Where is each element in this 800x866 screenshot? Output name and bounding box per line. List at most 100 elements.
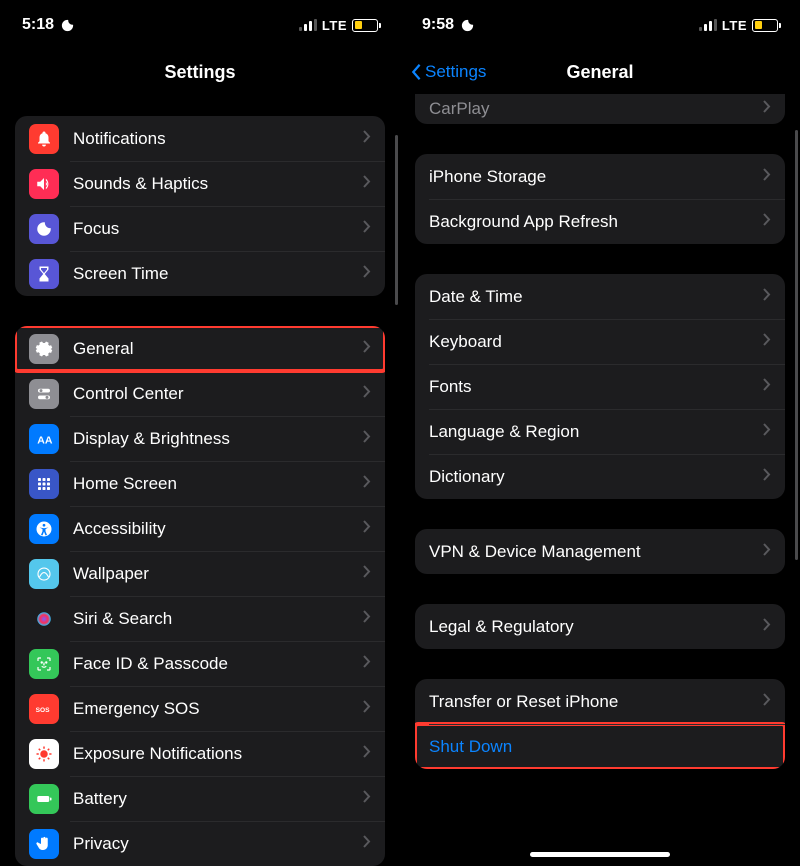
general-group-0: CarPlay	[415, 94, 785, 124]
row-label: Siri & Search	[73, 609, 363, 629]
status-bar: 9:58 LTE	[400, 0, 800, 50]
row-label: VPN & Device Management	[429, 542, 763, 562]
nav-bar: Settings	[0, 50, 400, 94]
page-title: Settings	[164, 62, 235, 83]
row-dictionary[interactable]: Dictionary	[415, 454, 785, 499]
settings-screen: 5:18 LTE Settings Notifications Sounds &…	[0, 0, 400, 865]
row-label: Face ID & Passcode	[73, 654, 363, 674]
chevron-right-icon	[763, 543, 771, 561]
general-group-4: Legal & Regulatory	[415, 604, 785, 649]
svg-text:AA: AA	[37, 434, 53, 446]
row-label: Privacy	[73, 834, 363, 854]
row-accessibility[interactable]: Accessibility	[15, 506, 385, 551]
page-title: General	[566, 62, 633, 83]
svg-text:SOS: SOS	[36, 707, 51, 714]
row-fonts[interactable]: Fonts	[415, 364, 785, 409]
chevron-right-icon	[363, 385, 371, 403]
row-legal-regulatory[interactable]: Legal & Regulatory	[415, 604, 785, 649]
row-notifications[interactable]: Notifications	[15, 116, 385, 161]
row-iphone-storage[interactable]: iPhone Storage	[415, 154, 785, 199]
row-label: Language & Region	[429, 422, 763, 442]
speaker-icon	[29, 169, 59, 199]
row-battery[interactable]: Battery	[15, 776, 385, 821]
chevron-right-icon	[763, 213, 771, 231]
general-group-5: Transfer or Reset iPhone Shut Down	[415, 679, 785, 769]
row-label: Home Screen	[73, 474, 363, 494]
chevron-right-icon	[363, 790, 371, 808]
row-label: Notifications	[73, 129, 363, 149]
row-exposure-notifications[interactable]: Exposure Notifications	[15, 731, 385, 776]
chevron-right-icon	[763, 618, 771, 636]
chevron-right-icon	[363, 175, 371, 193]
row-privacy[interactable]: Privacy	[15, 821, 385, 866]
row-display-brightness[interactable]: AA Display & Brightness	[15, 416, 385, 461]
row-label: Focus	[73, 219, 363, 239]
scroll-indicator[interactable]	[795, 130, 798, 560]
chevron-right-icon	[363, 700, 371, 718]
network-label: LTE	[322, 18, 347, 33]
row-date-time[interactable]: Date & Time	[415, 274, 785, 319]
chevron-right-icon	[763, 288, 771, 306]
row-label: Transfer or Reset iPhone	[429, 692, 763, 712]
chevron-right-icon	[363, 520, 371, 538]
row-transfer-reset-iphone[interactable]: Transfer or Reset iPhone	[415, 679, 785, 724]
settings-group-1: Notifications Sounds & Haptics Focus Scr…	[15, 116, 385, 296]
chevron-right-icon	[763, 168, 771, 186]
row-language-region[interactable]: Language & Region	[415, 409, 785, 454]
row-general[interactable]: General	[15, 326, 385, 371]
row-label: Legal & Regulatory	[429, 617, 763, 637]
row-label: CarPlay	[429, 99, 763, 119]
row-face-id-passcode[interactable]: Face ID & Passcode	[15, 641, 385, 686]
chevron-right-icon	[363, 565, 371, 583]
chevron-right-icon	[763, 100, 771, 118]
row-label: Background App Refresh	[429, 212, 763, 232]
status-time: 5:18	[22, 16, 54, 34]
row-label: Dictionary	[429, 467, 763, 487]
row-focus[interactable]: Focus	[15, 206, 385, 251]
row-screen-time[interactable]: Screen Time	[15, 251, 385, 296]
row-background-app-refresh[interactable]: Background App Refresh	[415, 199, 785, 244]
apps-grid-icon	[29, 469, 59, 499]
home-indicator[interactable]	[530, 852, 670, 857]
nav-bar: Settings General	[400, 50, 800, 94]
row-home-screen[interactable]: Home Screen	[15, 461, 385, 506]
network-label: LTE	[722, 18, 747, 33]
general-group-1: iPhone Storage Background App Refresh	[415, 154, 785, 244]
exposure-icon	[29, 739, 59, 769]
bell-icon	[29, 124, 59, 154]
accessibility-icon	[29, 514, 59, 544]
general-group-3: VPN & Device Management	[415, 529, 785, 574]
row-carplay[interactable]: CarPlay	[415, 94, 785, 124]
chevron-right-icon	[363, 220, 371, 238]
chevron-right-icon	[763, 423, 771, 441]
chevron-right-icon	[363, 430, 371, 448]
row-sounds-haptics[interactable]: Sounds & Haptics	[15, 161, 385, 206]
row-shut-down[interactable]: Shut Down	[415, 724, 785, 769]
row-label: Battery	[73, 789, 363, 809]
chevron-right-icon	[363, 655, 371, 673]
battery-icon	[29, 784, 59, 814]
row-label: Keyboard	[429, 332, 763, 352]
do-not-disturb-icon	[460, 18, 475, 33]
hourglass-icon	[29, 259, 59, 289]
sos-icon: SOS	[29, 694, 59, 724]
chevron-right-icon	[363, 340, 371, 358]
status-bar: 5:18 LTE	[0, 0, 400, 50]
row-siri-search[interactable]: Siri & Search	[15, 596, 385, 641]
hand-icon	[29, 829, 59, 859]
chevron-right-icon	[763, 468, 771, 486]
settings-group-2: General Control Center AA Display & Brig…	[15, 326, 385, 866]
row-vpn-device-management[interactable]: VPN & Device Management	[415, 529, 785, 574]
row-label: Shut Down	[429, 737, 771, 757]
back-button[interactable]: Settings	[410, 62, 486, 82]
general-group-2: Date & Time Keyboard Fonts Language & Re…	[415, 274, 785, 499]
row-keyboard[interactable]: Keyboard	[415, 319, 785, 364]
signal-icon	[299, 19, 317, 31]
scroll-indicator[interactable]	[395, 135, 398, 305]
wallpaper-icon	[29, 559, 59, 589]
row-control-center[interactable]: Control Center	[15, 371, 385, 416]
row-wallpaper[interactable]: Wallpaper	[15, 551, 385, 596]
signal-icon	[699, 19, 717, 31]
chevron-right-icon	[363, 835, 371, 853]
row-emergency-sos[interactable]: SOS Emergency SOS	[15, 686, 385, 731]
